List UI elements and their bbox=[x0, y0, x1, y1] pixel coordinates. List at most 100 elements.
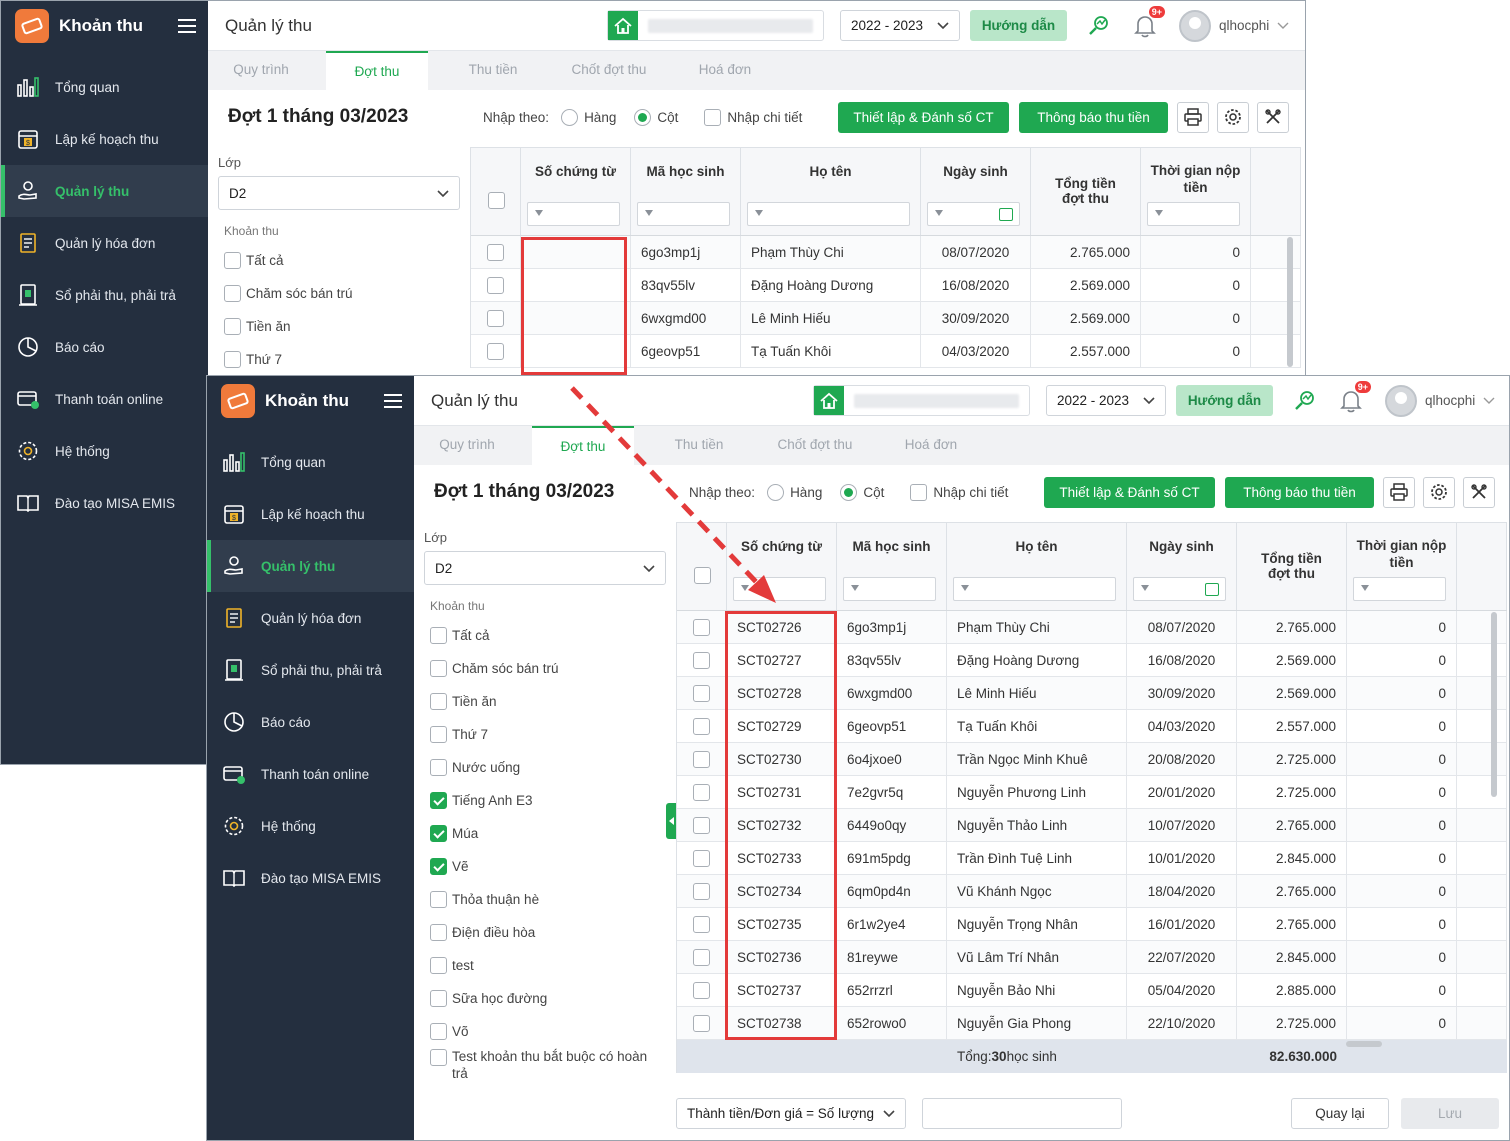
fee-item[interactable]: Thứ 7 bbox=[218, 343, 460, 376]
calendar-icon[interactable] bbox=[1205, 583, 1219, 596]
fee-checkbox[interactable] bbox=[430, 726, 447, 743]
fee-checkbox[interactable] bbox=[430, 858, 447, 875]
table-row[interactable]: SCT02730 6o4jxoe0 Trần Ngọc Minh Khuê 20/08… bbox=[677, 743, 1507, 776]
bell-icon[interactable]: 9+ bbox=[1337, 380, 1371, 415]
school-select[interactable] bbox=[607, 10, 824, 41]
fee-item[interactable]: Múa bbox=[424, 817, 666, 850]
cell-pay[interactable]: 0 bbox=[1347, 875, 1457, 907]
cell-pay[interactable]: 0 bbox=[1141, 335, 1251, 367]
row-checkbox[interactable] bbox=[487, 243, 504, 261]
column-filter-input[interactable] bbox=[527, 202, 620, 226]
fee-checkbox[interactable] bbox=[430, 792, 447, 809]
fee-checkbox[interactable] bbox=[430, 825, 447, 842]
cell-pay[interactable]: 0 bbox=[1347, 941, 1457, 973]
print-button[interactable] bbox=[1383, 476, 1415, 508]
fee-item[interactable]: Tiền ăn bbox=[424, 685, 666, 718]
row-checkbox[interactable] bbox=[693, 849, 710, 867]
row-checkbox[interactable] bbox=[487, 342, 504, 360]
fee-item[interactable]: Tiền ăn bbox=[218, 310, 460, 343]
tab-4[interactable]: Hoá đơn bbox=[674, 51, 776, 90]
table-row[interactable]: SCT02733 691m5pdg Trần Đình Tuệ Linh 10/01/… bbox=[677, 842, 1507, 875]
sidebar-item-8[interactable]: Đào tạo MISA EMIS bbox=[1, 477, 208, 529]
row-checkbox[interactable] bbox=[693, 783, 710, 801]
row-checkbox[interactable] bbox=[693, 1014, 710, 1032]
fee-item[interactable]: Vẽ bbox=[424, 850, 666, 883]
table-row[interactable]: SCT02738 652rowo0 Nguyễn Gia Phong 22/10/20… bbox=[677, 1007, 1507, 1040]
fee-item[interactable]: Tất cả bbox=[424, 619, 666, 652]
table-row[interactable]: SCT02735 6r1w2ye4 Nguyễn Trọng Nhân 16/01/2… bbox=[677, 908, 1507, 941]
fee-checkbox[interactable] bbox=[430, 693, 447, 710]
notify-payment-button[interactable]: Thông báo thu tiền bbox=[1019, 101, 1168, 133]
undo-button[interactable]: Quay lại bbox=[1291, 1098, 1389, 1129]
select-all-checkbox[interactable] bbox=[694, 567, 711, 584]
fee-item[interactable]: Nước uống bbox=[424, 751, 666, 784]
guide-button[interactable]: Hướng dẫn bbox=[1176, 385, 1273, 416]
table-row[interactable]: SCT02729 6geovp51 Tạ Tuấn Khôi 04/03/2020 2.… bbox=[677, 710, 1507, 743]
radio-column[interactable] bbox=[840, 483, 858, 501]
tab-3[interactable]: Chốt đợt thu bbox=[764, 426, 866, 465]
tab-0[interactable]: Quy trình bbox=[416, 426, 518, 465]
cell-pay[interactable]: 0 bbox=[1347, 842, 1457, 874]
cell-pay[interactable]: 0 bbox=[1347, 908, 1457, 940]
settings-button[interactable] bbox=[1423, 476, 1455, 508]
sidebar-item-5[interactable]: Báo cáo bbox=[207, 696, 414, 748]
analytics-icon[interactable] bbox=[1291, 387, 1319, 415]
cell-voucher[interactable] bbox=[521, 269, 631, 301]
sidebar-item-0[interactable]: Tổng quan bbox=[207, 436, 414, 488]
menu-icon[interactable] bbox=[178, 19, 196, 33]
detail-checkbox[interactable] bbox=[704, 108, 722, 126]
sidebar-item-4[interactable]: Sổ phải thu, phải trả bbox=[207, 644, 414, 696]
cell-voucher[interactable] bbox=[521, 302, 631, 334]
column-filter-input[interactable] bbox=[1353, 577, 1446, 601]
select-all-checkbox[interactable] bbox=[488, 192, 505, 209]
table-row[interactable]: SCT02731 7e2gvr5q Nguyễn Phương Linh 20/01/… bbox=[677, 776, 1507, 809]
calendar-icon[interactable] bbox=[999, 208, 1013, 221]
column-filter-input[interactable] bbox=[843, 577, 936, 601]
sidebar-item-0[interactable]: Tổng quan bbox=[1, 61, 208, 113]
row-checkbox[interactable] bbox=[693, 981, 710, 999]
fee-checkbox[interactable] bbox=[430, 1023, 447, 1040]
sidebar-item-5[interactable]: Báo cáo bbox=[1, 321, 208, 373]
fee-item[interactable]: Tất cả bbox=[218, 244, 460, 277]
notify-payment-button[interactable]: Thông báo thu tiền bbox=[1225, 476, 1374, 508]
cell-voucher[interactable] bbox=[521, 236, 631, 268]
column-filter-input[interactable] bbox=[733, 577, 826, 601]
column-filter-input[interactable] bbox=[1133, 577, 1226, 601]
row-checkbox[interactable] bbox=[487, 309, 504, 327]
table-row[interactable]: SCT02728 6wxgmd00 Lê Minh Hiếu 30/09/2020 2.… bbox=[677, 677, 1507, 710]
row-checkbox[interactable] bbox=[693, 684, 710, 702]
detail-checkbox[interactable] bbox=[910, 483, 928, 501]
row-checkbox[interactable] bbox=[487, 276, 504, 294]
sidebar-item-6[interactable]: Thanh toán online bbox=[1, 373, 208, 425]
tools-button[interactable] bbox=[1463, 476, 1495, 508]
column-filter-input[interactable] bbox=[953, 577, 1116, 601]
tab-0[interactable]: Quy trình bbox=[210, 51, 312, 90]
fee-item[interactable]: Điện điều hòa bbox=[424, 916, 666, 949]
fee-checkbox[interactable] bbox=[430, 1049, 447, 1066]
fee-item[interactable]: Test khoản thu bắt buộc có hoàn trả bbox=[424, 1048, 666, 1088]
user-menu[interactable]: qlhocphi bbox=[1179, 9, 1289, 42]
cell-pay[interactable]: 0 bbox=[1347, 611, 1457, 643]
tab-2[interactable]: Thu tiền bbox=[442, 51, 544, 90]
tab-1[interactable]: Đợt thu bbox=[326, 51, 428, 90]
fee-checkbox[interactable] bbox=[224, 318, 241, 335]
cell-pay[interactable]: 0 bbox=[1141, 236, 1251, 268]
column-filter-input[interactable] bbox=[747, 202, 910, 226]
sidebar-item-7[interactable]: Hệ thống bbox=[207, 800, 414, 852]
row-checkbox[interactable] bbox=[693, 882, 710, 900]
table-row[interactable]: SCT02736 81reywe Vũ Lâm Trí Nhân 22/07/2020… bbox=[677, 941, 1507, 974]
row-checkbox[interactable] bbox=[693, 816, 710, 834]
class-select[interactable]: D2 bbox=[218, 176, 460, 210]
radio-row[interactable] bbox=[561, 108, 579, 126]
fee-checkbox[interactable] bbox=[224, 252, 241, 269]
fee-item[interactable]: Chăm sóc bán trú bbox=[424, 652, 666, 685]
vertical-scrollbar[interactable] bbox=[1287, 237, 1293, 367]
table-row[interactable]: SCT02734 6qm0pd4n Vũ Khánh Ngọc 18/04/2020 2… bbox=[677, 875, 1507, 908]
table-row[interactable]: SCT02726 6go3mp1j Phạm Thùy Chi 08/07/2020 2… bbox=[677, 611, 1507, 644]
table-row[interactable]: 6geovp51 Tạ Tuấn Khôi 04/03/2020 2.557.000 0 bbox=[471, 335, 1301, 368]
column-filter-input[interactable] bbox=[637, 202, 730, 226]
table-row[interactable]: 6wxgmd00 Lê Minh Hiếu 30/09/2020 2.569.000 0 bbox=[471, 302, 1301, 335]
table-row[interactable]: 6go3mp1j Phạm Thùy Chi 08/07/2020 2.765.000… bbox=[471, 236, 1301, 269]
collapse-panel-button[interactable] bbox=[666, 803, 676, 839]
cell-pay[interactable]: 0 bbox=[1347, 644, 1457, 676]
